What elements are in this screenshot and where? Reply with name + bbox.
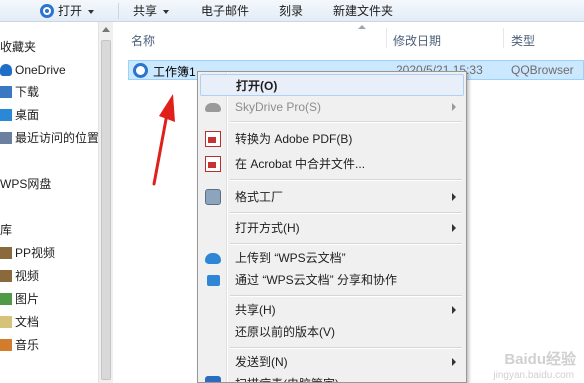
menu-item-convert-pdf[interactable]: 转换为 Adobe PDF(B) bbox=[200, 128, 464, 150]
column-header-name[interactable]: 名称 bbox=[131, 32, 155, 49]
context-menu: 打开(O) SkyDrive Pro(S) 转换为 Adobe PDF(B) 在… bbox=[197, 71, 467, 383]
column-header-date[interactable]: 修改日期 bbox=[393, 32, 441, 49]
desktop-icon bbox=[0, 109, 12, 121]
music-icon bbox=[0, 339, 12, 351]
share-button[interactable]: 共享 bbox=[133, 2, 170, 20]
chevron-down-icon bbox=[163, 9, 170, 14]
nav-item-music[interactable]: 音乐 bbox=[0, 335, 39, 355]
red-arrow-annotation bbox=[152, 94, 175, 186]
nav-item-documents[interactable]: 文档 bbox=[0, 312, 39, 332]
submenu-arrow-icon bbox=[452, 306, 456, 314]
nav-item-recent[interactable]: 最近访问的位置 bbox=[0, 128, 99, 148]
nav-item-pp-video[interactable]: PP视频 bbox=[0, 243, 55, 263]
nav-scrollbar[interactable] bbox=[98, 22, 113, 383]
nav-item-videos[interactable]: 视频 bbox=[0, 266, 39, 286]
menu-separator bbox=[230, 121, 462, 123]
acrobat-combine-icon bbox=[205, 156, 221, 172]
recent-places-icon bbox=[0, 132, 12, 144]
submenu-arrow-icon bbox=[452, 358, 456, 366]
menu-separator bbox=[230, 243, 462, 245]
pictures-icon bbox=[0, 293, 12, 305]
upload-cloud-icon bbox=[205, 253, 221, 264]
skydrive-icon bbox=[205, 103, 221, 112]
menu-separator bbox=[230, 212, 462, 214]
navigation-pane: 收藏夹 OneDrive 下载 桌面 最近访问的位置 WPS网盘 库 PP视频 … bbox=[0, 22, 99, 383]
submenu-arrow-icon bbox=[452, 224, 456, 232]
menu-separator bbox=[230, 347, 462, 349]
sort-caret-icon bbox=[358, 25, 366, 29]
column-divider[interactable] bbox=[503, 28, 504, 48]
watermark-logo: Baidu经验 bbox=[504, 351, 576, 368]
nav-item-pictures[interactable]: 图片 bbox=[0, 289, 39, 309]
menu-item-virus-scan[interactable]: 扫描病毒(电脑管家) bbox=[200, 373, 464, 382]
email-button[interactable]: 电子邮件 bbox=[201, 2, 249, 20]
nav-item-desktop[interactable]: 桌面 bbox=[0, 105, 39, 125]
nav-item-onedrive[interactable]: OneDrive bbox=[0, 60, 66, 80]
menu-item-open[interactable]: 打开(O) bbox=[200, 74, 464, 96]
share-icon bbox=[207, 275, 220, 286]
file-name: 工作簿1 bbox=[153, 65, 196, 79]
scroll-up-arrow-icon[interactable] bbox=[102, 27, 110, 32]
nav-library[interactable]: 库 bbox=[0, 220, 12, 240]
menu-item-skydrive-pro[interactable]: SkyDrive Pro(S) bbox=[200, 96, 464, 118]
menu-item-acrobat-combine[interactable]: 在 Acrobat 中合并文件... bbox=[200, 153, 464, 175]
submenu-arrow-icon bbox=[452, 193, 456, 201]
toolbar-divider bbox=[118, 3, 119, 19]
nav-item-wps[interactable]: WPS网盘 bbox=[0, 174, 51, 194]
burn-button[interactable]: 刻录 bbox=[279, 2, 303, 20]
open-button[interactable]: 打开 bbox=[40, 2, 95, 20]
adobe-pdf-icon bbox=[205, 131, 221, 147]
new-folder-button[interactable]: 新建文件夹 bbox=[333, 2, 393, 20]
browser-icon bbox=[40, 4, 54, 18]
scrollbar-thumb[interactable] bbox=[101, 40, 111, 380]
download-folder-icon bbox=[0, 86, 12, 98]
menu-item-open-with[interactable]: 打开方式(H) bbox=[200, 217, 464, 239]
menu-item-restore-versions[interactable]: 还原以前的版本(V) bbox=[200, 321, 464, 343]
column-divider[interactable] bbox=[386, 28, 387, 48]
submenu-arrow-icon bbox=[452, 103, 456, 111]
nav-favorites[interactable]: 收藏夹 bbox=[0, 37, 36, 57]
watermark-url: jingyan.baidu.com bbox=[493, 370, 574, 381]
menu-separator bbox=[230, 295, 462, 297]
menu-item-share-wps[interactable]: 通过 “WPS云文档” 分享和协作 bbox=[200, 269, 464, 291]
video-icon bbox=[0, 247, 12, 259]
video-icon bbox=[0, 270, 12, 282]
menu-item-share[interactable]: 共享(H) bbox=[200, 299, 464, 321]
menu-separator bbox=[230, 179, 462, 181]
documents-icon bbox=[0, 316, 12, 328]
menu-item-send-to[interactable]: 发送到(N) bbox=[200, 351, 464, 373]
menu-item-format-factory[interactable]: 格式工厂 bbox=[200, 186, 464, 208]
qq-pc-manager-icon bbox=[205, 376, 221, 382]
browser-file-icon bbox=[133, 63, 148, 78]
column-header-type[interactable]: 类型 bbox=[511, 32, 535, 49]
file-type: QQBrowser bbox=[511, 63, 574, 77]
menu-item-upload-wps[interactable]: 上传到 “WPS云文档” bbox=[200, 247, 464, 269]
chevron-down-icon bbox=[88, 9, 95, 14]
format-factory-icon bbox=[205, 189, 221, 205]
nav-item-downloads[interactable]: 下载 bbox=[0, 82, 39, 102]
command-toolbar: 打开 共享 电子邮件 刻录 新建文件夹 bbox=[0, 0, 584, 22]
cloud-icon bbox=[0, 64, 12, 76]
